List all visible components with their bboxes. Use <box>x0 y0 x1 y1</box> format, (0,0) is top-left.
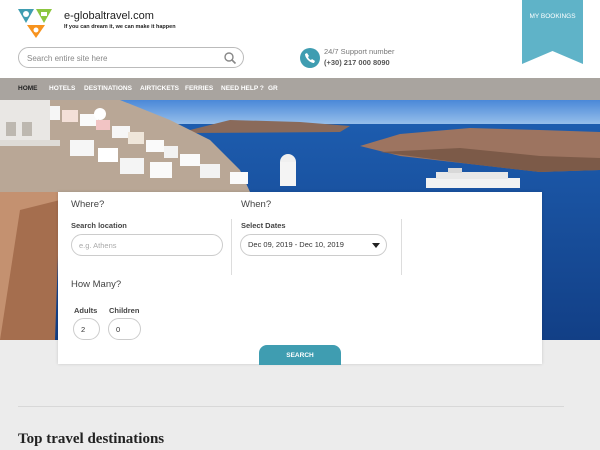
site-search <box>18 47 244 68</box>
divider <box>231 219 232 275</box>
dates-label: Select Dates <box>241 221 286 230</box>
adults-input[interactable] <box>81 324 95 335</box>
search-button[interactable]: SEARCH <box>259 345 341 365</box>
dates-select[interactable]: Dec 09, 2019 - Dec 10, 2019 <box>240 234 387 256</box>
my-bookings-button[interactable]: MY BOOKINGS <box>522 0 583 64</box>
nav-item-destinations[interactable]: DESTINATIONS <box>84 85 132 92</box>
nav-item-home[interactable]: HOME <box>18 85 38 92</box>
chevron-down-icon <box>372 243 380 248</box>
phone-icon <box>300 48 320 68</box>
dates-value: Dec 09, 2019 - Dec 10, 2019 <box>248 240 344 249</box>
children-field <box>108 318 141 340</box>
children-input[interactable] <box>116 324 130 335</box>
booking-panel: Where? Search location When? Select Date… <box>58 192 542 364</box>
top-destinations-heading: Top travel destinations <box>18 431 165 447</box>
how-many-title: How Many? <box>71 279 122 290</box>
adults-field <box>73 318 100 340</box>
location-input[interactable] <box>79 240 209 251</box>
search-input[interactable] <box>27 51 217 65</box>
support-label: 24/7 Support number <box>324 47 395 56</box>
logo-icon[interactable] <box>16 7 56 39</box>
brand-name[interactable]: e-globaltravel.com <box>64 10 154 22</box>
nav-item-ferries[interactable]: FERRIES <box>185 85 213 92</box>
my-bookings-label: MY BOOKINGS <box>529 13 576 20</box>
when-title: When? <box>241 199 272 210</box>
nav-item-need-help[interactable]: NEED HELP ? <box>221 85 264 92</box>
where-title: Where? <box>71 199 105 210</box>
divider <box>401 219 402 275</box>
adults-label: Adults <box>74 306 98 315</box>
main-nav: HOME HOTELS DESTINATIONS AIRTICKETS FERR… <box>0 78 600 100</box>
location-field <box>71 234 223 256</box>
children-label: Children <box>109 306 140 315</box>
site-header: e-globaltravel.com If you can dream it, … <box>0 0 600 78</box>
brand-tagline: If you can dream it, we can make it happ… <box>64 24 176 30</box>
search-icon[interactable] <box>223 51 237 65</box>
support-phone[interactable]: (+30) 217 000 8090 <box>324 58 390 67</box>
section-divider <box>18 406 564 407</box>
nav-item-hotels[interactable]: HOTELS <box>49 85 75 92</box>
nav-item-language[interactable]: GR <box>268 85 278 92</box>
nav-item-airtickets[interactable]: AIRTICKETS <box>140 85 179 92</box>
location-label: Search location <box>71 221 127 230</box>
